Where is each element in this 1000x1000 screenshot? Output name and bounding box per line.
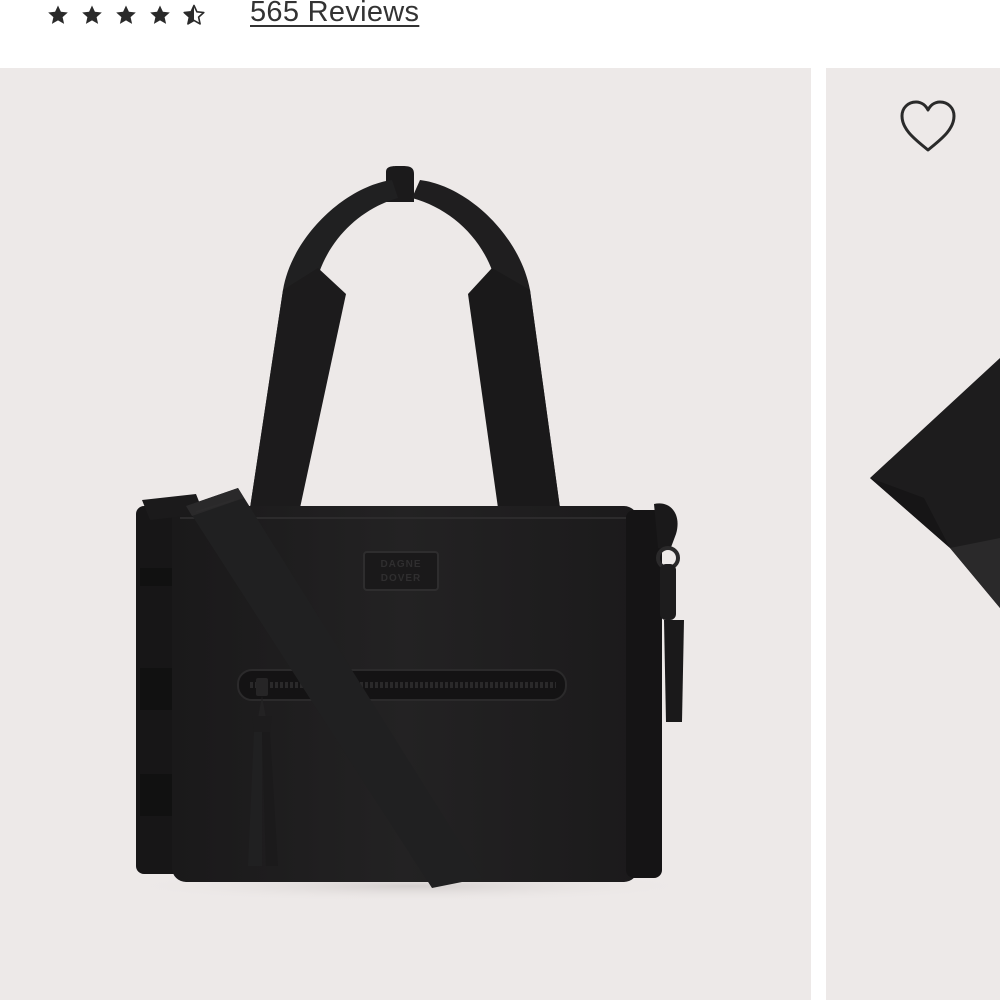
svg-text:DAGNE: DAGNE bbox=[380, 559, 421, 570]
product-image-main[interactable]: DAGNE DOVER bbox=[0, 68, 811, 1000]
half-star-icon bbox=[183, 4, 205, 25]
star-rating bbox=[46, 0, 206, 30]
tote-bag-image: DAGNE DOVER bbox=[120, 166, 700, 902]
star-icon bbox=[82, 5, 102, 24]
product-image-next-preview bbox=[870, 358, 1000, 608]
wishlist-button[interactable] bbox=[896, 98, 960, 158]
svg-text:DOVER: DOVER bbox=[381, 573, 422, 584]
rating-row: 565 Reviews bbox=[0, 0, 1000, 68]
product-image-next[interactable] bbox=[826, 68, 1000, 1000]
heart-icon bbox=[900, 100, 956, 152]
reviews-link[interactable]: 565 Reviews bbox=[250, 0, 419, 29]
star-icon bbox=[116, 5, 136, 24]
star-icon bbox=[150, 5, 170, 24]
product-image-gallery[interactable]: DAGNE DOVER bbox=[0, 68, 1000, 1000]
star-icon bbox=[48, 5, 68, 24]
